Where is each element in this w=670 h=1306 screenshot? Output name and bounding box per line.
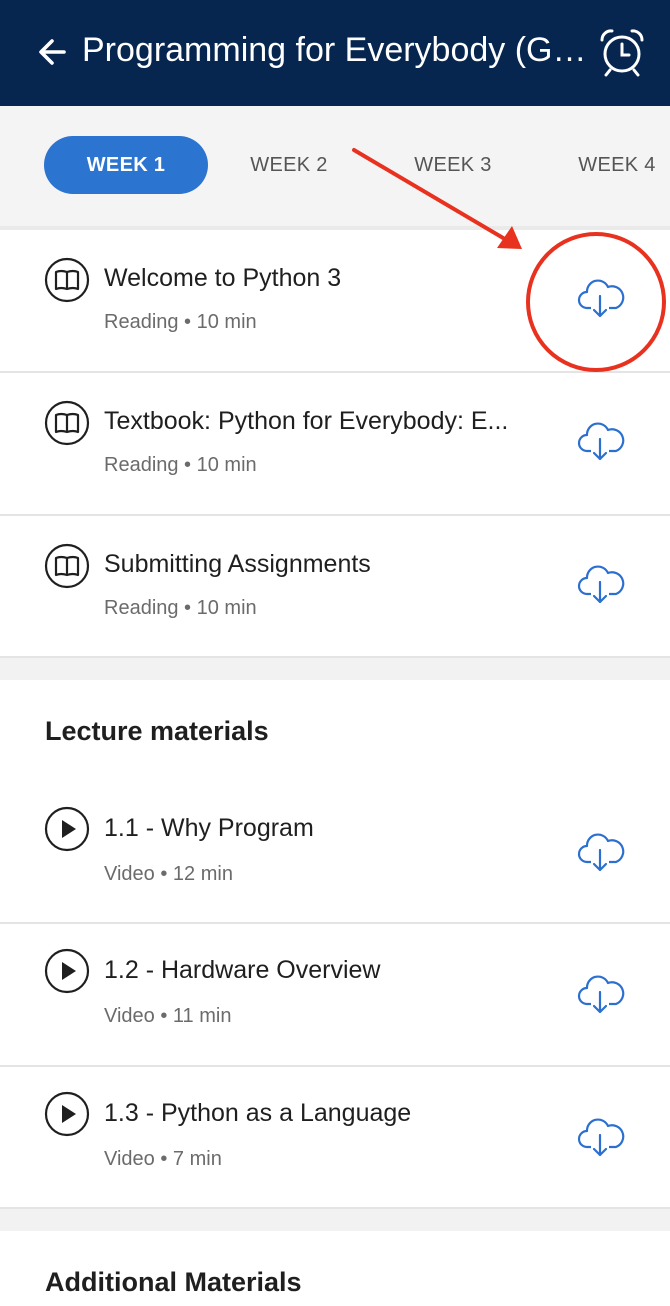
section-title: Additional Materials xyxy=(45,1267,302,1297)
item-meta: Reading • 10 min xyxy=(104,311,257,333)
section-header: Additional Materials xyxy=(0,1231,670,1306)
page-title: Programming for Everybody (Get... xyxy=(82,31,592,69)
tab-week-4[interactable]: WEEK 4 xyxy=(560,136,670,194)
item-meta: Video • 12 min xyxy=(104,863,233,885)
cloud-download-icon xyxy=(577,833,625,872)
item-title: 1.1 - Why Program xyxy=(104,814,314,842)
list-item[interactable]: Textbook: Python for Everybody: E... Rea… xyxy=(0,373,670,516)
download-button[interactable] xyxy=(574,558,626,610)
alarm-clock-icon xyxy=(600,29,644,77)
cloud-download-icon xyxy=(577,565,625,604)
item-title: 1.2 - Hardware Overview xyxy=(104,956,381,984)
download-button[interactable] xyxy=(574,826,626,878)
play-icon xyxy=(44,1091,90,1137)
play-icon xyxy=(44,806,90,852)
cloud-download-icon xyxy=(577,279,625,318)
item-meta: Reading • 10 min xyxy=(104,454,257,476)
tab-week-1[interactable]: WEEK 1 xyxy=(44,136,208,194)
item-meta: Reading • 10 min xyxy=(104,597,257,619)
item-title: 1.3 - Python as a Language xyxy=(104,1099,412,1127)
download-button[interactable] xyxy=(574,1111,626,1163)
download-button[interactable] xyxy=(574,415,626,467)
section-title: Lecture materials xyxy=(45,716,269,746)
book-icon xyxy=(44,543,90,589)
download-button[interactable] xyxy=(574,968,626,1020)
week-tabs: WEEK 1 WEEK 2 WEEK 3 WEEK 4 xyxy=(0,106,670,226)
list-item[interactable]: 1.1 - Why Program Video • 12 min xyxy=(0,782,670,924)
tab-week-3[interactable]: WEEK 3 xyxy=(396,136,510,194)
cloud-download-icon xyxy=(577,1118,625,1157)
alarm-button[interactable] xyxy=(596,26,648,78)
item-meta: Video • 7 min xyxy=(104,1148,222,1170)
list-item[interactable]: Welcome to Python 3 Reading • 10 min xyxy=(0,230,670,373)
list-item[interactable]: 1.3 - Python as a Language Video • 7 min xyxy=(0,1067,670,1209)
list-item[interactable]: Submitting Assignments Reading • 10 min xyxy=(0,516,670,658)
app-bar: Programming for Everybody (Get... xyxy=(0,0,670,106)
item-title: Submitting Assignments xyxy=(104,550,371,578)
cloud-download-icon xyxy=(577,975,625,1014)
list-item[interactable]: 1.2 - Hardware Overview Video • 11 min xyxy=(0,924,670,1067)
book-icon xyxy=(44,400,90,446)
item-title: Welcome to Python 3 xyxy=(104,264,342,292)
item-meta: Video • 11 min xyxy=(104,1005,232,1027)
back-button[interactable] xyxy=(34,32,74,72)
arrow-left-icon xyxy=(39,39,66,65)
play-icon xyxy=(44,948,90,994)
book-icon xyxy=(44,257,90,303)
item-title: Textbook: Python for Everybody: E... xyxy=(104,407,509,435)
download-button[interactable] xyxy=(574,272,626,324)
cloud-download-icon xyxy=(577,422,625,461)
section-header: Lecture materials xyxy=(0,680,670,782)
tab-week-2[interactable]: WEEK 2 xyxy=(232,136,346,194)
